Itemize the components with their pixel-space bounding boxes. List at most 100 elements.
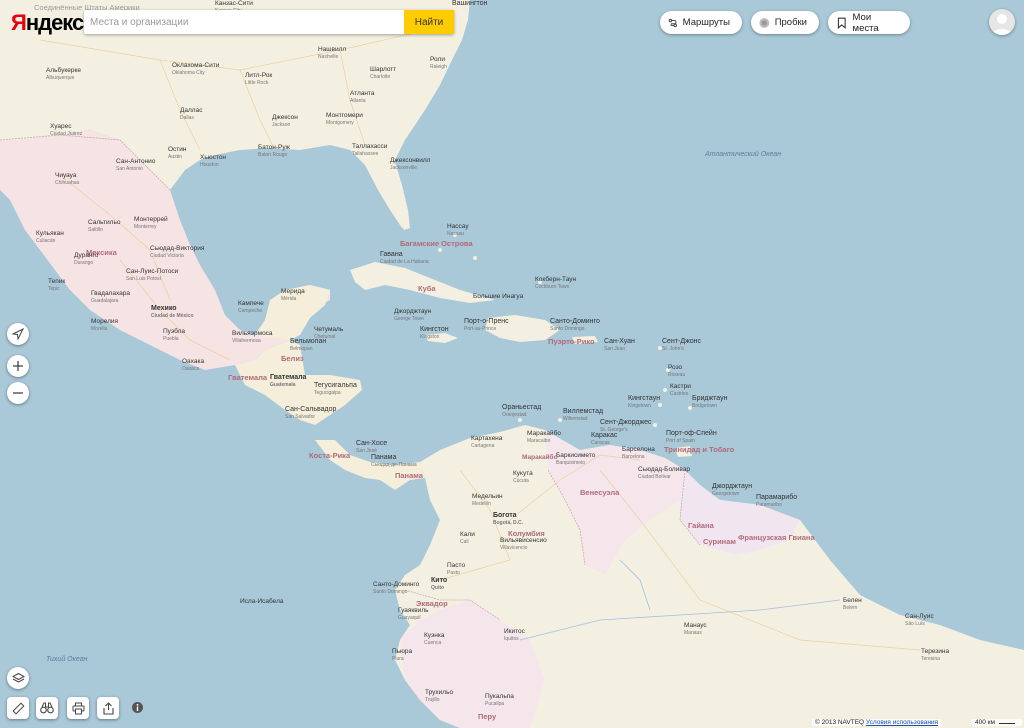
city-label-stjohns: Сент-Джонс St. John's [662, 338, 702, 352]
locate-arrow-icon [12, 328, 24, 340]
scale-bar: 400 км [972, 719, 1022, 726]
country-label-bahamas: Багамские Острова [400, 239, 473, 248]
layers-button[interactable] [7, 667, 29, 689]
panorama-button[interactable] [36, 697, 58, 719]
city-label-chihuahua: Чиуауа Chihuahua [55, 172, 80, 186]
map-canvas[interactable] [0, 0, 1024, 728]
city-label-oaxaca: Оахака Oaxaca [182, 358, 205, 372]
panorama-binoculars-icon [40, 702, 54, 714]
city-label-havana: Гавана Ciudad de La Habana [380, 251, 429, 265]
avatar[interactable] [989, 9, 1015, 35]
search-button[interactable]: Найти [404, 10, 454, 34]
city-label-raleigh: Роли Raleigh [430, 56, 447, 70]
traffic-icon [759, 17, 770, 28]
city-label-nashville: Нашвилл Nashville [318, 46, 347, 60]
city-label-guadalajara: Гвадалахара Guadalajara [91, 290, 130, 304]
ocean-label-pacific: Тихий Океан [46, 656, 88, 663]
city-label-pasto: Пасто Pasto [447, 562, 466, 576]
city-label-durango: Дуранго Durango [74, 252, 99, 266]
city-label-quito: Кито Quito [431, 577, 448, 591]
country-label-maracaibo: Маракайбо [522, 454, 558, 461]
city-label-barcelona: Барселона Barcelona [622, 446, 655, 460]
city-label-puebla: Пуэбла Puebla [163, 328, 186, 342]
city-label-belem: Белен Belém [843, 597, 862, 611]
city-label-bahamas-b: Большие Инагуа [473, 293, 524, 300]
city-label-batonrouge: Батон-Руж Baton Rouge [258, 144, 291, 158]
routes-label: Маршруты [682, 17, 730, 28]
search-box: Найти [84, 10, 454, 34]
city-label-cucuta: Кукута Cúcuta [513, 470, 533, 484]
city-label-belmopan: Бельмопан Belmopan [290, 338, 327, 352]
city-label-villavicencio: Вильявисенсио Villavicencio [500, 537, 547, 551]
city-label-campeche: Кампече Campeche [238, 300, 264, 314]
city-label-jackson: Джексон Jackson [272, 114, 298, 128]
city-label-oklahoma: Оклахома-Сити Oklahoma City [172, 62, 220, 76]
routes-button[interactable]: Маршруты [660, 11, 742, 34]
city-label-guatemala: Гватемала Guatemala [270, 374, 307, 388]
city-label-cuenca: Куэнка Cuenca [424, 632, 445, 646]
city-label-sanluis: Сан-Луис São Luís [905, 613, 934, 627]
terms-link[interactable]: Условия использования [866, 719, 938, 726]
zoom-out-icon [13, 392, 23, 394]
city-label-caracas: Каракас Caracas [591, 432, 618, 446]
print-button[interactable] [67, 697, 89, 719]
city-label-ciudadbolivar: Сьюдад-Боливар Ciudad Bolívar [638, 466, 690, 480]
zoom-in-button[interactable] [7, 355, 29, 377]
city-label-roseau: Розо Roseau [668, 364, 686, 378]
city-label-charlotte: Шарлотт Charlotte [370, 66, 397, 80]
city-label-kingstown: Кингстаун Kingstown [628, 395, 661, 409]
city-label-atlanta: Атланта Atlanta [350, 90, 375, 104]
city-label-juarez: Хуарес Ciudad Juárez [50, 123, 83, 137]
city-label-dallas: Даллас Dallas [180, 107, 203, 121]
locate-button[interactable] [7, 323, 29, 345]
city-label-jacksonville: Джексонвилл Jacksonville [390, 157, 431, 171]
city-label-culiacan: Кульякан Culiacán [36, 230, 64, 244]
country-label-trinidad: Тринидад и Тобаго [664, 445, 735, 454]
info-icon [132, 702, 143, 713]
yandex-logo[interactable]: Яндекс [11, 10, 84, 36]
layers-icon [11, 672, 25, 683]
search-input[interactable] [84, 10, 404, 34]
city-label-panama: Панама Сьюдад-де-Панама [371, 454, 417, 468]
city-label-mexico: Мехико Ciudad de México [151, 305, 194, 319]
city-label-barquisimeto: Баркисимето Barquisimeto [556, 452, 596, 466]
city-label-saltillo: Сальтильо Saltillo [88, 219, 121, 233]
city-label-cartagena: Картахена Cartagena [471, 435, 503, 449]
city-label-santodomingo-e: Санто-Доминго Santo Domingo [373, 581, 420, 595]
avatar-icon [992, 14, 1012, 35]
ruler-button[interactable] [7, 697, 29, 719]
share-button[interactable] [97, 697, 119, 719]
city-label-victoria: Сьюдад-Виктория Ciudad Victoria [150, 245, 205, 259]
city-label-willemstad: Виллемстад Willemstad [563, 408, 604, 422]
city-label-manaus: Манаус Manaus [684, 622, 707, 636]
share-icon [102, 701, 114, 715]
city-label-sanjuan: Сан-Хуан San Juan [604, 338, 635, 352]
country-label-frenchguiana: Французская Гвиана [738, 533, 815, 542]
country-label-belize: Белиз [281, 354, 304, 363]
city-label-maracaibo: Маракайбо Maracaibo [527, 430, 561, 444]
city-label-pucallpa: Пукальпа Pucallpa [485, 693, 514, 707]
city-label-littlerock: Литл-Рок Little Rock [245, 72, 273, 86]
info-button[interactable] [131, 701, 144, 714]
city-label-merida: Мерида Mérida [281, 288, 305, 302]
zoom-out-button[interactable] [7, 382, 29, 404]
city-label-sanjose: Сан-Хосе San José [356, 440, 388, 454]
city-label-paramaribo: Парамарибо Paramaribo [756, 494, 798, 508]
city-label-cali: Кали Cali [460, 531, 475, 545]
country-label-peru: Перу [478, 712, 497, 721]
city-label-kingston: Кингстон Kingston [420, 326, 449, 340]
zoom-in-icon [13, 361, 23, 371]
city-label-guayaquil: Гуаяквиль Guayaquil [398, 607, 429, 621]
my-places-button[interactable]: Мои места [828, 11, 910, 34]
ocean-label-atlantic: Атлантический Океан [705, 151, 782, 158]
traffic-button[interactable]: Пробки [751, 11, 819, 34]
city-label-nassau: Нассау Nassau [447, 223, 469, 237]
city-label-slp: Сан-Луис-Потоси San Luis Potosí [126, 268, 179, 282]
city-label-sansalvador: Сан-Сальвадор San Salvador [285, 406, 337, 420]
city-label-cockburn: Кокберн-Таун Cockburn Town [535, 276, 577, 290]
city-label-georgetown-cay: Джорджтаун George Town [394, 308, 432, 322]
city-label-bridgetown: Бриджтаун Bridgetown [692, 395, 728, 409]
city-label-houston: Хьюстон Houston [200, 154, 226, 168]
city-label-santodomingo: Санто-Доминго Santo Domingo [550, 318, 600, 332]
city-label-iquitos: Икитос Iquitos [504, 628, 525, 642]
